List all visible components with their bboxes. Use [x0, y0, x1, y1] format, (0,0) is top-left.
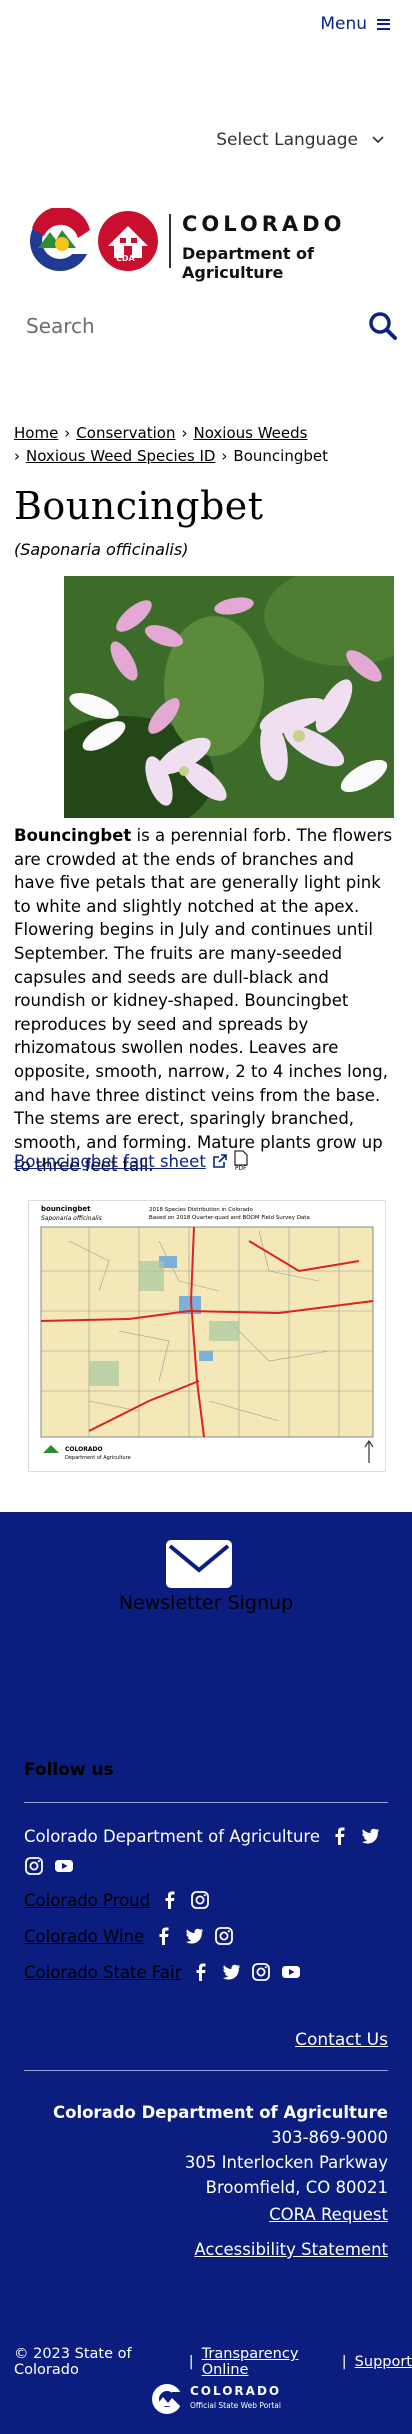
bouncingbet-photo [64, 576, 394, 818]
colorado-wine-row: Colorado Wine [24, 1926, 234, 1946]
contact-us-link[interactable]: Contact Us [295, 2030, 388, 2050]
facebook-icon[interactable] [191, 1962, 211, 1982]
logo-badge: CDA [116, 254, 135, 263]
search-icon[interactable] [368, 311, 398, 341]
external-link-icon [212, 1154, 227, 1168]
language-select[interactable]: Select Language [216, 130, 384, 150]
logo-line2: Department of Agriculture [182, 244, 315, 282]
description: Bouncingbet is a perennial forb. The flo… [14, 824, 396, 1178]
twitter-icon[interactable] [360, 1826, 380, 1846]
map-footer-org2: Department of Agriculture [65, 1455, 131, 1461]
colorado-proud-link[interactable]: Colorado Proud [24, 1891, 150, 1910]
newsletter-signup-link[interactable]: Newsletter Signup [0, 1592, 412, 1614]
logo-line1: COLORADO [182, 212, 346, 236]
breadcrumb-separator: › [64, 424, 71, 442]
portal-line1: COLORADO [190, 2384, 282, 2398]
portal-line2: Official State Web Portal [190, 2401, 281, 2410]
map-footer-org1: COLORADO [65, 1446, 103, 1453]
search-input[interactable] [24, 313, 328, 339]
chevron-down-icon [372, 136, 384, 144]
instagram-icon[interactable] [214, 1926, 234, 1946]
facebook-icon[interactable] [330, 1826, 350, 1846]
transparency-online-link[interactable]: Transparency Online [202, 2346, 334, 2378]
colorado-wine-link[interactable]: Colorado Wine [24, 1927, 144, 1946]
bottom-links: © 2023 State of Colorado | Transparency … [14, 2346, 412, 2378]
facebook-icon[interactable] [154, 1926, 174, 1946]
language-label: Select Language [216, 130, 358, 150]
colorado-state-fair-link[interactable]: Colorado State Fair [24, 1963, 181, 1982]
facebook-icon[interactable] [160, 1890, 180, 1910]
map-heading1: 2018 Species Distribution in Colorado [149, 1207, 253, 1213]
cda-logo[interactable]: CDA COLORADO Department of Agriculture [24, 206, 380, 282]
distribution-map: bouncingbet Saponaria officinalis 2018 S… [28, 1200, 386, 1472]
accessibility-statement-link[interactable]: Accessibility Statement [194, 2240, 388, 2259]
map-species: bouncingbet [41, 1205, 91, 1213]
twitter-icon[interactable] [221, 1962, 241, 1982]
footer-org-name: Colorado Department of Agriculture [53, 2103, 388, 2122]
breadcrumb-species-id[interactable]: Noxious Weed Species ID [26, 447, 215, 465]
instagram-icon[interactable] [251, 1962, 271, 1982]
description-bold: Bouncingbet [14, 826, 132, 845]
instagram-icon[interactable] [24, 1856, 44, 1876]
footer-address: Colorado Department of Agriculture 303-8… [53, 2100, 388, 2200]
pdf-label: PDF [234, 1165, 247, 1172]
description-text: is a perennial forb. The flowers are cro… [14, 826, 393, 1176]
pipe-separator: | [341, 2354, 347, 2370]
page-title: Bouncingbet [14, 484, 264, 528]
pipe-separator: | [188, 2354, 194, 2370]
fact-sheet-row: Bouncingbet fact sheet PDF [14, 1150, 248, 1172]
cda-social-row: Colorado Department of Agriculture [24, 1826, 388, 1876]
youtube-icon[interactable] [281, 1962, 301, 1982]
breadcrumb-noxious-weeds[interactable]: Noxious Weeds [193, 424, 307, 442]
menu-button[interactable]: Menu [320, 14, 390, 34]
twitter-icon[interactable] [184, 1926, 204, 1946]
cora-request-link[interactable]: CORA Request [269, 2205, 388, 2224]
menu-label: Menu [320, 14, 367, 34]
hamburger-icon [377, 18, 390, 30]
breadcrumb-separator: › [14, 447, 20, 465]
breadcrumb-separator: › [181, 424, 188, 442]
breadcrumb-current: Bouncingbet [233, 447, 328, 465]
follow-us-heading: Follow us [24, 1760, 114, 1780]
instagram-icon[interactable] [190, 1890, 210, 1910]
map-species-sci: Saponaria officinalis [41, 1215, 102, 1222]
footer-street: 305 Interlocken Parkway [184, 2153, 388, 2172]
breadcrumb: Home › Conservation › Noxious Weeds › Noxious… [14, 422, 398, 468]
footer-divider [24, 2070, 388, 2071]
youtube-icon[interactable] [54, 1856, 74, 1876]
colorado-proud-row: Colorado Proud [24, 1890, 210, 1910]
breadcrumb-home[interactable]: Home [14, 424, 58, 442]
footer-city: Broomfield, CO 80021 [205, 2178, 388, 2197]
colorado-state-fair-row: Colorado State Fair [24, 1962, 301, 1982]
copyright: © 2023 State of Colorado [14, 2346, 132, 2378]
cda-social-label: Colorado Department of Agriculture [24, 1826, 320, 1846]
map-heading2: Based on 2018 Quarter-quad and BOOM Fiel… [149, 1215, 310, 1221]
colorado-portal-logo[interactable]: COLORADO Official State Web Portal [150, 2382, 290, 2416]
footer-divider [24, 1802, 388, 1803]
breadcrumb-conservation[interactable]: Conservation [76, 424, 175, 442]
search-bar [24, 300, 398, 352]
breadcrumb-separator: › [221, 447, 228, 465]
pdf-icon: PDF [234, 1150, 248, 1172]
scientific-name: (Saponaria officinalis) [14, 540, 189, 559]
footer-phone: 303-869-9000 [271, 2128, 388, 2147]
envelope-icon[interactable] [166, 1540, 232, 1588]
fact-sheet-link[interactable]: Bouncingbet fact sheet [14, 1152, 206, 1171]
support-link[interactable]: Support [355, 2354, 412, 2370]
